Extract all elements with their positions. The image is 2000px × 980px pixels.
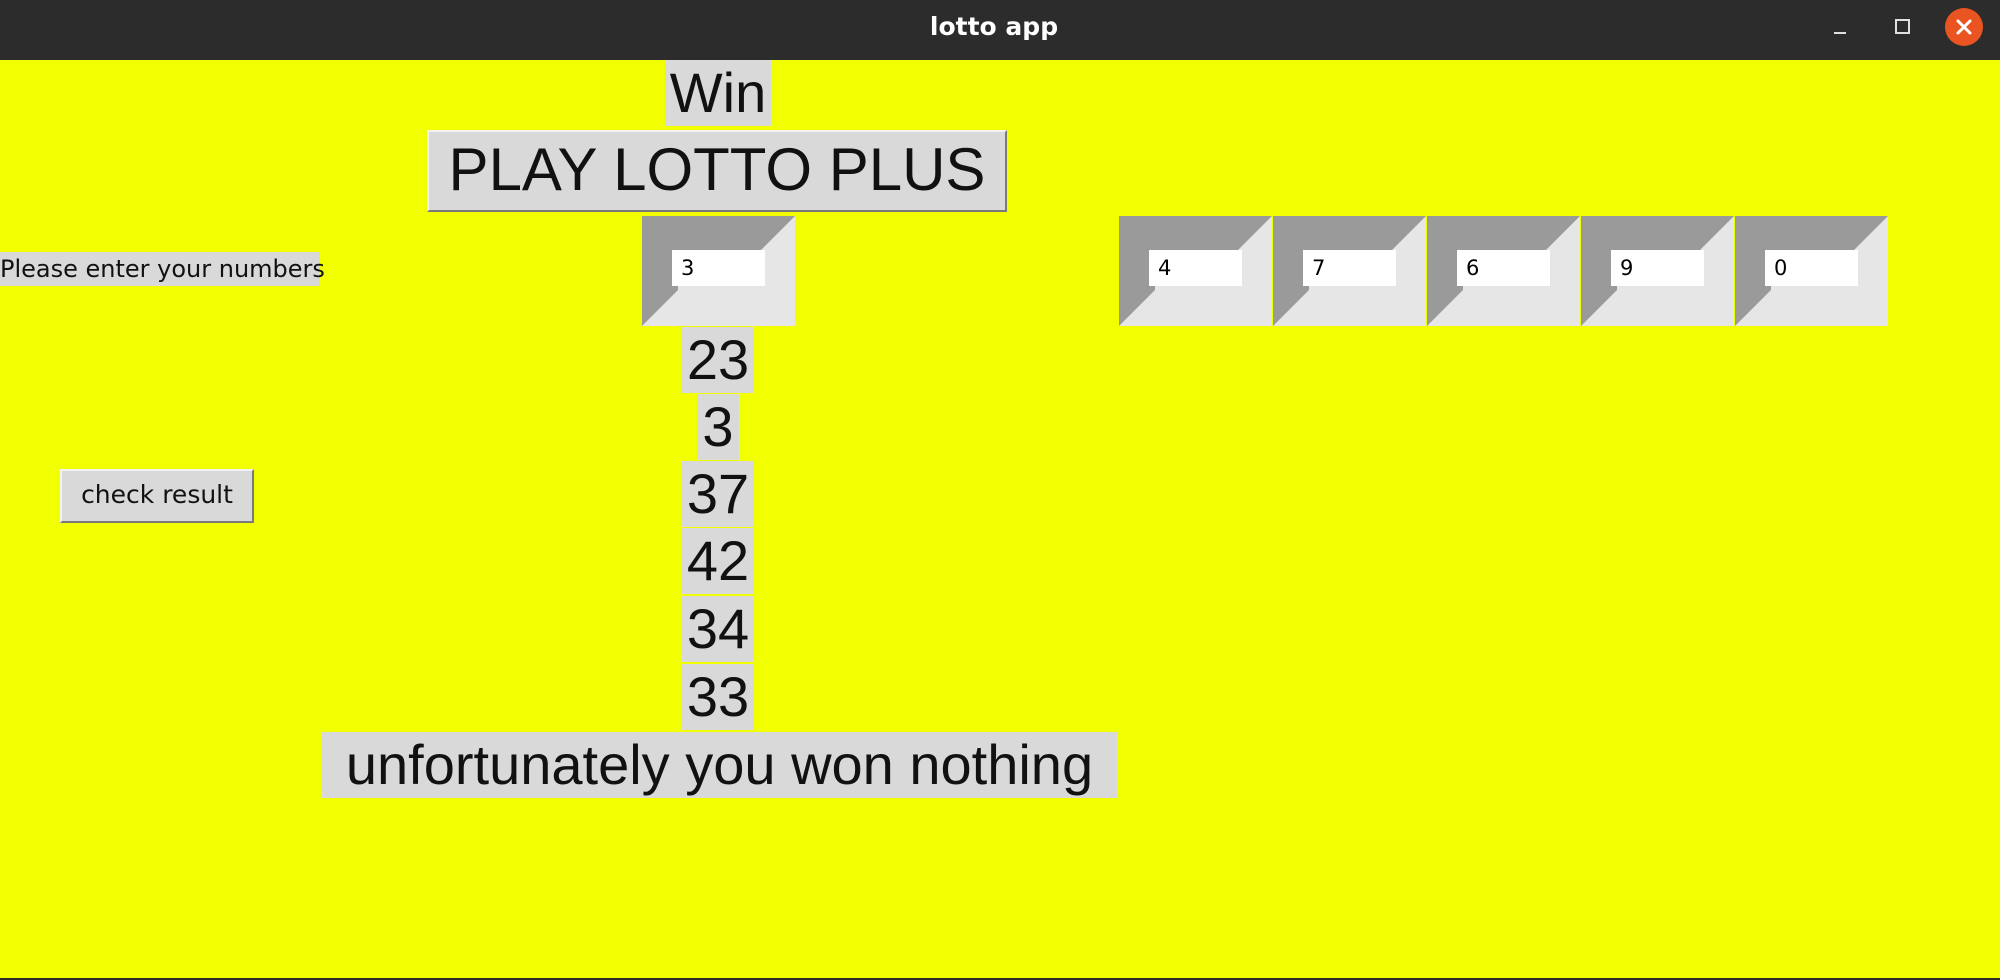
drawn-number-1: 23: [682, 327, 754, 393]
number-entry-5[interactable]: [1611, 250, 1704, 286]
app-window: lotto app Win PLAY LOTTO PLUS Please ent…: [0, 0, 2000, 980]
title-bar[interactable]: lotto app: [0, 0, 2000, 60]
window-title: lotto app: [929, 12, 1059, 41]
drawn-number-4: 42: [682, 528, 754, 594]
number-entry-2[interactable]: [1149, 250, 1242, 286]
play-lotto-plus-button[interactable]: PLAY LOTTO PLUS: [427, 130, 1007, 212]
number-entry-frame-1: [642, 216, 795, 326]
number-entry-3[interactable]: [1303, 250, 1396, 286]
drawn-number-6: 33: [682, 664, 754, 730]
number-entry-frame-5: [1581, 216, 1734, 326]
drawn-number-5: 34: [682, 596, 754, 662]
maximize-icon: [1895, 19, 1910, 34]
win-heading: Win: [665, 60, 771, 126]
number-entry-4[interactable]: [1457, 250, 1550, 286]
number-entry-frame-4: [1427, 216, 1580, 326]
check-result-button[interactable]: check result: [60, 469, 254, 523]
app-client-area: Win PLAY LOTTO PLUS Please enter your nu…: [0, 60, 2000, 978]
drawn-number-2: 3: [697, 394, 739, 460]
number-entry-6[interactable]: [1765, 250, 1858, 286]
number-entry-frame-3: [1273, 216, 1426, 326]
maximize-button[interactable]: [1883, 8, 1921, 46]
enter-numbers-prompt: Please enter your numbers: [0, 252, 325, 286]
drawn-number-3: 37: [682, 461, 754, 527]
number-entry-1[interactable]: [672, 250, 765, 286]
number-entry-frame-2: [1119, 216, 1272, 326]
close-button[interactable]: [1945, 8, 1983, 46]
number-entry-frame-6: [1735, 216, 1888, 326]
minimize-icon: [1834, 32, 1846, 34]
outcome-message: unfortunately you won nothing: [322, 732, 1117, 798]
close-icon: [1956, 19, 1972, 35]
minimize-button[interactable]: [1821, 8, 1859, 46]
